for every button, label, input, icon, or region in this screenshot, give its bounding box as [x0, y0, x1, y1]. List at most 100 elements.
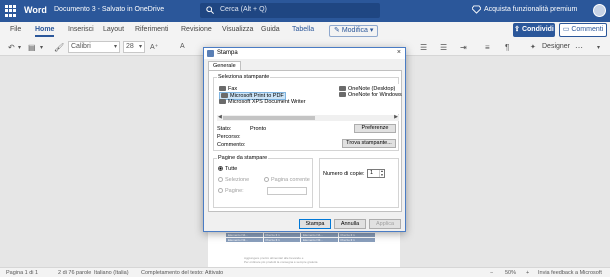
- avatar[interactable]: [593, 4, 606, 17]
- cancel-button[interactable]: Annulla: [334, 219, 366, 229]
- app-name: Word: [24, 5, 47, 15]
- autocomplete-status[interactable]: Completamento del testo: Attivato: [141, 270, 223, 276]
- clipboard-icon[interactable]: ▤: [28, 43, 36, 52]
- path-label: Percorso:: [217, 134, 241, 140]
- search-box[interactable]: Cerca (Alt + Q): [200, 3, 380, 18]
- tab-inserisci[interactable]: Inserisci: [68, 26, 94, 33]
- radio-current-page[interactable]: Pagina corrente: [264, 177, 310, 183]
- dialog-title-bar[interactable]: Stampa ×: [204, 48, 405, 59]
- printer-item-onenote-windows[interactable]: OneNote for Windows: [339, 92, 402, 98]
- print-dialog: Stampa × Generale Seleziona stampante Fa…: [203, 47, 406, 232]
- search-placeholder: Cerca (Alt + Q): [220, 6, 267, 13]
- radio-all-pages[interactable]: Tutte: [218, 166, 237, 172]
- align-icon[interactable]: ≡: [485, 43, 490, 52]
- font-size-select[interactable]: 28 ▾: [123, 41, 145, 53]
- chevron-down-icon[interactable]: ▾: [18, 44, 21, 51]
- tab-layout[interactable]: Layout: [103, 26, 124, 33]
- tab-visualizza[interactable]: Visualizza: [222, 26, 253, 33]
- status-label: Stato:: [217, 126, 232, 132]
- tab-home[interactable]: Home: [35, 26, 55, 37]
- horizontal-scrollbar[interactable]: ◀ ▶: [217, 114, 399, 121]
- chevron-down-icon[interactable]: ▾: [597, 44, 600, 51]
- styles-icon[interactable]: ¶: [505, 43, 509, 52]
- tab-file[interactable]: File: [10, 26, 21, 33]
- find-printer-button[interactable]: Trova stampante...: [342, 139, 396, 148]
- pencil-icon: ✎: [334, 27, 340, 34]
- scroll-left-icon[interactable]: ◀: [218, 114, 222, 120]
- font-family-select[interactable]: Calibri ▾: [68, 41, 120, 53]
- dialog-title: Stampa: [217, 50, 238, 56]
- table-cell: Prezzo € 1: [263, 238, 300, 242]
- tab-guida[interactable]: Guida: [261, 26, 280, 33]
- comments-button[interactable]: ▭ Commenti: [559, 23, 607, 37]
- copies-stepper[interactable]: 1 ▲ ▼: [367, 169, 385, 178]
- page-range-input[interactable]: [267, 187, 307, 195]
- copies-value: 1: [370, 170, 374, 176]
- zoom-in-icon[interactable]: +: [526, 270, 529, 276]
- diamond-icon: [472, 5, 481, 14]
- comments-label: Commenti: [571, 26, 604, 33]
- document-footer-text: Aggiungere prezzo alimentari alle bevand…: [244, 256, 317, 264]
- format-painter-icon[interactable]: 🖌: [54, 43, 64, 52]
- stepper-arrows-icon[interactable]: ▲ ▼: [379, 169, 384, 177]
- printer-label: OneNote for Windows: [348, 92, 402, 98]
- font-size-value: 28: [126, 43, 134, 50]
- app-launcher-icon[interactable]: [5, 5, 17, 17]
- tab-riferimenti[interactable]: Riferimenti: [135, 26, 168, 33]
- grow-font-icon[interactable]: A⁺: [150, 43, 158, 51]
- chevron-down-icon: ▾: [138, 44, 142, 50]
- tab-tabella[interactable]: Tabella: [292, 26, 314, 33]
- edit-mode-button[interactable]: ✎ Modifica ▾: [329, 25, 379, 37]
- document-title[interactable]: Documento 3 - Salvato in OneDrive: [54, 6, 164, 13]
- printer-label: Microsoft XPS Document Writer: [228, 99, 306, 105]
- close-icon[interactable]: ×: [397, 49, 401, 56]
- chevron-down-icon[interactable]: ▾: [40, 44, 43, 51]
- printer-icon: [339, 92, 346, 98]
- footer-line: Per ordinare più prodotti la consegna è …: [244, 260, 318, 264]
- printer-icon: [219, 86, 226, 92]
- undo-icon[interactable]: ↶: [8, 43, 15, 52]
- tab-revisione[interactable]: Revisione: [181, 26, 212, 33]
- bullets-icon[interactable]: ☰: [420, 43, 427, 52]
- preferences-button[interactable]: Preferenze: [354, 124, 396, 133]
- word-count[interactable]: 2 di 76 parole: [58, 270, 91, 276]
- zoom-out-icon[interactable]: −: [490, 270, 493, 276]
- table-cell: Prezzo € 1: [263, 233, 300, 237]
- scrollbar-thumb[interactable]: [223, 116, 315, 120]
- feedback-link[interactable]: Invia feedback a Microsoft: [538, 270, 602, 276]
- zoom-level[interactable]: 50%: [505, 270, 516, 276]
- print-button[interactable]: Stampa: [299, 219, 331, 229]
- printer-icon: [207, 50, 214, 57]
- indent-icon[interactable]: ⇥: [460, 43, 467, 52]
- document-page[interactable]: Elemento N5... Prezzo € 1 Elemento N5...…: [208, 226, 400, 267]
- scroll-right-icon[interactable]: ▶: [394, 114, 398, 120]
- radio-page-range[interactable]: Pagine:: [218, 188, 244, 194]
- table-cell: Elemento N4...: [226, 233, 263, 237]
- font-color-icon[interactable]: A: [180, 43, 185, 50]
- table-cell: Elemento N3...: [226, 238, 263, 242]
- printer-icon: [221, 93, 228, 99]
- designer-button[interactable]: Designer: [542, 43, 570, 50]
- copies-label: Numero di copie:: [323, 171, 365, 177]
- numbering-icon[interactable]: ☰: [440, 43, 447, 52]
- apply-button[interactable]: Applica: [369, 219, 401, 229]
- pages-label: Pagine da stampare: [217, 155, 269, 161]
- designer-icon[interactable]: ✦: [530, 43, 536, 51]
- premium-link[interactable]: Acquista funzionalità premium: [484, 6, 577, 13]
- more-options-icon[interactable]: ⋯: [575, 43, 583, 52]
- radio-button: [218, 188, 223, 194]
- share-label: Condividi: [521, 26, 554, 33]
- edit-mode-label: Modifica: [341, 27, 368, 34]
- language-status[interactable]: Italiano (Italia): [94, 270, 129, 276]
- radio-label: Tutte: [225, 166, 238, 172]
- search-icon: [206, 6, 214, 14]
- comment-label: Commento:: [217, 142, 246, 148]
- printer-item-xps[interactable]: Microsoft XPS Document Writer: [219, 99, 306, 105]
- radio-selection[interactable]: Selezione: [218, 177, 249, 183]
- page-count: Pagina 1 di 1: [6, 270, 39, 276]
- printer-list[interactable]: Fax Microsoft Print to PDF Microsoft XPS…: [217, 84, 402, 114]
- table-cell: Elemento N3...: [301, 238, 338, 242]
- chevron-down-icon: ▾: [369, 27, 374, 34]
- share-button[interactable]: ⇪ Condividi: [513, 23, 555, 37]
- title-bar: Word Documento 3 - Salvato in OneDrive C…: [0, 0, 610, 22]
